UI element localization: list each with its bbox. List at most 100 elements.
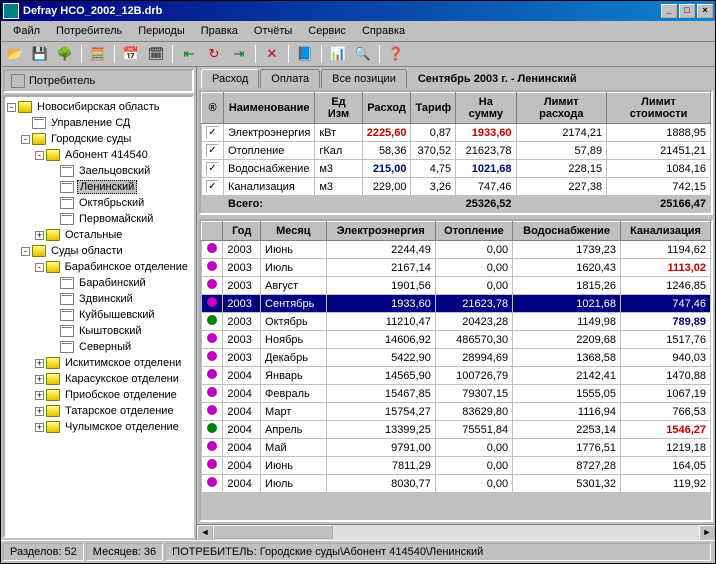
top-grid[interactable]: ®НаименованиеЕд ИзмРасходТарифНа суммуЛи… bbox=[199, 90, 713, 215]
col-header[interactable]: Канализация bbox=[621, 222, 711, 241]
menu-Потребитель[interactable]: Потребитель bbox=[48, 23, 130, 39]
delete-icon[interactable]: ✕ bbox=[260, 44, 284, 64]
col-header[interactable]: Лимит расхода bbox=[516, 93, 607, 124]
col-header[interactable]: Отопление bbox=[435, 222, 512, 241]
tree-expander[interactable]: - bbox=[35, 151, 44, 160]
tree-node[interactable]: +Карасукское отделени bbox=[7, 371, 190, 387]
scroll-thumb[interactable] bbox=[213, 525, 333, 539]
tree-node[interactable]: Управление СД bbox=[7, 115, 190, 131]
menu-Сервис[interactable]: Сервис bbox=[300, 23, 354, 39]
table-row[interactable]: 2003Август1901,560,001815,261246,85 bbox=[202, 277, 711, 295]
table-row[interactable]: 2003Декабрь5422,9028994,691368,58940,03 bbox=[202, 349, 711, 367]
tree-node[interactable]: Ленинский bbox=[7, 179, 190, 195]
table-row[interactable]: 2003Ноябрь14606,92486570,302209,681517,7… bbox=[202, 331, 711, 349]
binoculars-icon[interactable]: 🔍 bbox=[351, 44, 375, 64]
table-row[interactable]: 2003Июль2167,140,001620,431113,02 bbox=[202, 259, 711, 277]
next-icon[interactable]: ⇥ bbox=[227, 44, 251, 64]
col-header[interactable]: Месяц bbox=[261, 222, 327, 241]
col-header[interactable]: Тариф bbox=[411, 93, 456, 124]
tree-expander[interactable]: - bbox=[21, 135, 30, 144]
tree-expander[interactable]: - bbox=[7, 103, 16, 112]
table-row[interactable]: 2003Сентябрь1933,6021623,781021,68747,46 bbox=[202, 295, 711, 313]
add-period-icon[interactable]: 📅 bbox=[119, 44, 143, 64]
tree-node[interactable]: +Искитимское отделени bbox=[7, 355, 190, 371]
prev-icon[interactable]: ⇤ bbox=[177, 44, 201, 64]
col-header[interactable]: ® bbox=[202, 93, 224, 124]
tree-node[interactable]: +Чулымское отделение bbox=[7, 419, 190, 435]
chart-icon[interactable]: 📊 bbox=[326, 44, 350, 64]
remove-period-icon[interactable]: 🗓 bbox=[144, 44, 168, 64]
table-row[interactable]: 2004Март15754,2783629,801116,94766,53 bbox=[202, 403, 711, 421]
tab-2[interactable]: Все позиции bbox=[321, 69, 407, 88]
row-checkbox[interactable]: ✓ bbox=[206, 144, 219, 157]
table-row[interactable]: 2004Июль8030,770,005301,32119,92 bbox=[202, 475, 711, 493]
row-checkbox[interactable]: ✓ bbox=[206, 180, 219, 193]
tree-node[interactable]: Заельцовский bbox=[7, 163, 190, 179]
horizontal-scrollbar[interactable]: ◄ ► bbox=[197, 524, 715, 540]
minimize-button[interactable]: _ bbox=[661, 4, 677, 18]
table-row[interactable]: ✓ЭлектроэнергиякВт2225,600,871933,602174… bbox=[202, 124, 711, 142]
tree-expander[interactable]: - bbox=[21, 247, 30, 256]
tree-expander[interactable]: + bbox=[35, 407, 44, 416]
tree-node[interactable]: Кыштовский bbox=[7, 323, 190, 339]
tree-node[interactable]: -Абонент 414540 bbox=[7, 147, 190, 163]
tree-toggle-icon[interactable]: 🌳 bbox=[53, 44, 77, 64]
tree-node[interactable]: Барабинский bbox=[7, 275, 190, 291]
menu-Правка[interactable]: Правка bbox=[193, 23, 246, 39]
tree-node[interactable]: +Остальные bbox=[7, 227, 190, 243]
recalc-icon[interactable]: ↻ bbox=[202, 44, 226, 64]
maximize-button[interactable]: □ bbox=[679, 4, 695, 18]
scroll-left-button[interactable]: ◄ bbox=[197, 525, 213, 540]
table-row[interactable]: ✓Водоснабжением3215,004,751021,68228,151… bbox=[202, 160, 711, 178]
help-icon[interactable]: ❓ bbox=[384, 44, 408, 64]
col-header[interactable]: Расход bbox=[362, 93, 411, 124]
tree-node[interactable]: Здвинский bbox=[7, 291, 190, 307]
tree-expander[interactable]: + bbox=[35, 231, 44, 240]
tree-expander[interactable]: + bbox=[35, 391, 44, 400]
menu-Файл[interactable]: Файл bbox=[5, 23, 48, 39]
tree-node[interactable]: Первомайский bbox=[7, 211, 190, 227]
tree-node[interactable]: Октябрьский bbox=[7, 195, 190, 211]
row-checkbox[interactable]: ✓ bbox=[206, 162, 219, 175]
menu-Отчёты[interactable]: Отчёты bbox=[246, 23, 300, 39]
table-row[interactable]: 2003Октябрь11210,4720423,281149,98789,89 bbox=[202, 313, 711, 331]
tree-node[interactable]: -Новосибирская область bbox=[7, 99, 190, 115]
col-header[interactable]: Водоснабжение bbox=[513, 222, 621, 241]
tree-expander[interactable]: - bbox=[35, 263, 44, 272]
tree-node[interactable]: +Татарское отделение bbox=[7, 403, 190, 419]
bottom-grid[interactable]: ГодМесяцЭлектроэнергияОтоплениеВодоснабж… bbox=[199, 219, 713, 522]
col-header[interactable]: Ед Изм bbox=[315, 93, 362, 124]
close-button[interactable]: × bbox=[697, 4, 713, 18]
tree-expander[interactable]: + bbox=[35, 423, 44, 432]
table-row[interactable]: 2003Июнь2244,490,001739,231194,62 bbox=[202, 241, 711, 259]
menu-Справка[interactable]: Справка bbox=[354, 23, 413, 39]
tree-node[interactable]: -Суды области bbox=[7, 243, 190, 259]
calc-icon[interactable]: 🧮 bbox=[86, 44, 110, 64]
table-row[interactable]: 2004Июнь7811,290,008727,28164,05 bbox=[202, 457, 711, 475]
col-header[interactable]: Лимит стоимости bbox=[607, 93, 711, 124]
tree-node[interactable]: Северный bbox=[7, 339, 190, 355]
table-row[interactable]: 2004Январь14565,90100726,792142,411470,8… bbox=[202, 367, 711, 385]
tree-expander[interactable]: + bbox=[35, 359, 44, 368]
folder-open-icon[interactable]: 📂 bbox=[3, 44, 27, 64]
menu-Периоды[interactable]: Периоды bbox=[130, 23, 193, 39]
book-icon[interactable]: 📘 bbox=[293, 44, 317, 64]
col-header[interactable]: Электроэнергия bbox=[326, 222, 435, 241]
row-checkbox[interactable]: ✓ bbox=[206, 126, 219, 139]
col-header[interactable]: Наименование bbox=[224, 93, 315, 124]
tree-view[interactable]: -Новосибирская областьУправление СД-Горо… bbox=[3, 95, 194, 538]
tab-0[interactable]: Расход bbox=[201, 69, 259, 88]
titlebar[interactable]: Defray HCO_2002_12B.drb _ □ × bbox=[1, 1, 715, 21]
col-header[interactable] bbox=[202, 222, 223, 241]
scroll-right-button[interactable]: ► bbox=[699, 525, 715, 540]
table-row[interactable]: ✓ОтоплениегКал58,36370,5221623,7857,8921… bbox=[202, 142, 711, 160]
table-row[interactable]: 2004Апрель13399,2575551,842253,141546,27 bbox=[202, 421, 711, 439]
tree-expander[interactable]: + bbox=[35, 375, 44, 384]
tree-node[interactable]: +Приобское отделение bbox=[7, 387, 190, 403]
table-row[interactable]: 2004Май9791,000,001776,511219,18 bbox=[202, 439, 711, 457]
tree-node[interactable]: Куйбышевский bbox=[7, 307, 190, 323]
save-icon[interactable]: 💾 bbox=[28, 44, 52, 64]
col-header[interactable]: На сумму bbox=[456, 93, 516, 124]
tree-node[interactable]: -Барабинское отделение bbox=[7, 259, 190, 275]
col-header[interactable]: Год bbox=[223, 222, 261, 241]
